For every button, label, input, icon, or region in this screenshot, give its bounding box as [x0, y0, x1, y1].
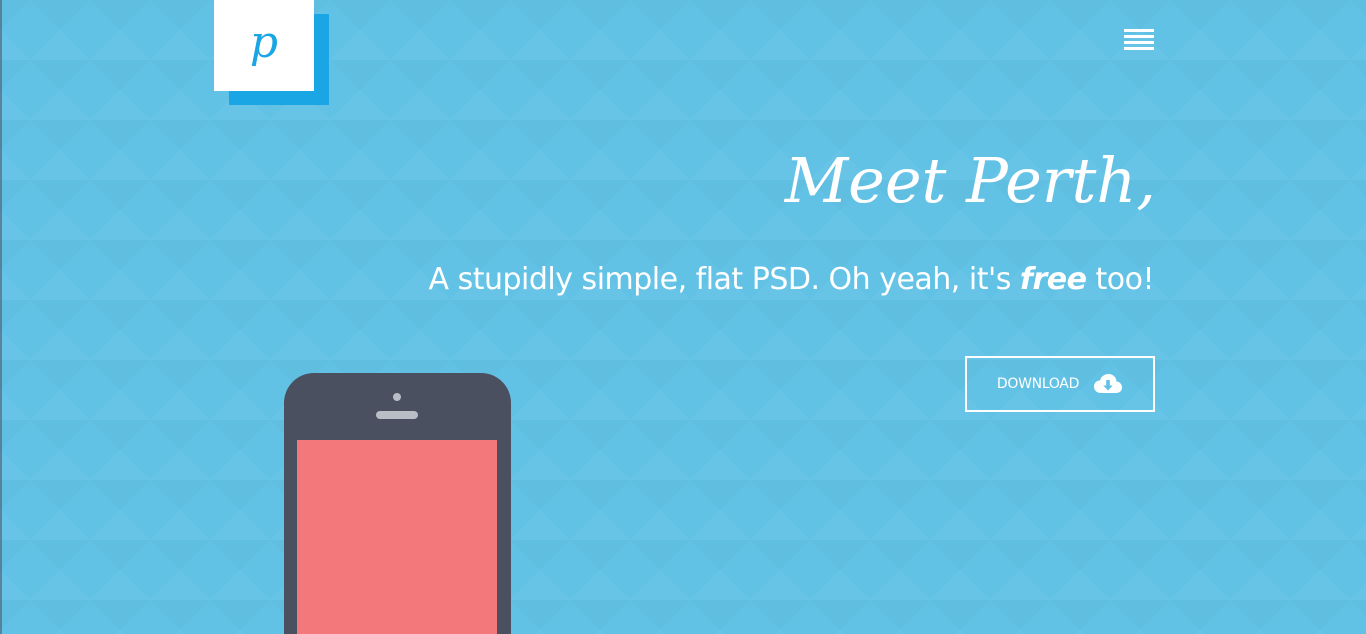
logo-letter: p — [249, 16, 279, 68]
hero-subtitle-text: A stupidly simple, flat PSD. Oh yeah, it… — [428, 262, 1020, 297]
site-logo[interactable]: p — [214, 0, 330, 106]
hero-subtitle-end: too! — [1086, 262, 1154, 297]
hero-subtitle-emphasis: free — [1019, 262, 1087, 297]
window-edge — [0, 0, 2, 634]
hamburger-menu-icon[interactable] — [1124, 29, 1154, 51]
phone-camera — [393, 393, 401, 401]
logo-box[interactable]: p — [214, 0, 314, 91]
phone-speaker — [376, 411, 418, 419]
download-button[interactable]: DOWNLOAD — [965, 356, 1155, 412]
phone-screen — [297, 440, 497, 634]
phone-illustration — [284, 373, 511, 634]
hero-subtitle: A stupidly simple, flat PSD. Oh yeah, it… — [428, 262, 1155, 298]
hero-title: Meet Perth, — [784, 144, 1156, 217]
cloud-download-icon — [1094, 374, 1123, 393]
download-label: DOWNLOAD — [996, 376, 1080, 392]
